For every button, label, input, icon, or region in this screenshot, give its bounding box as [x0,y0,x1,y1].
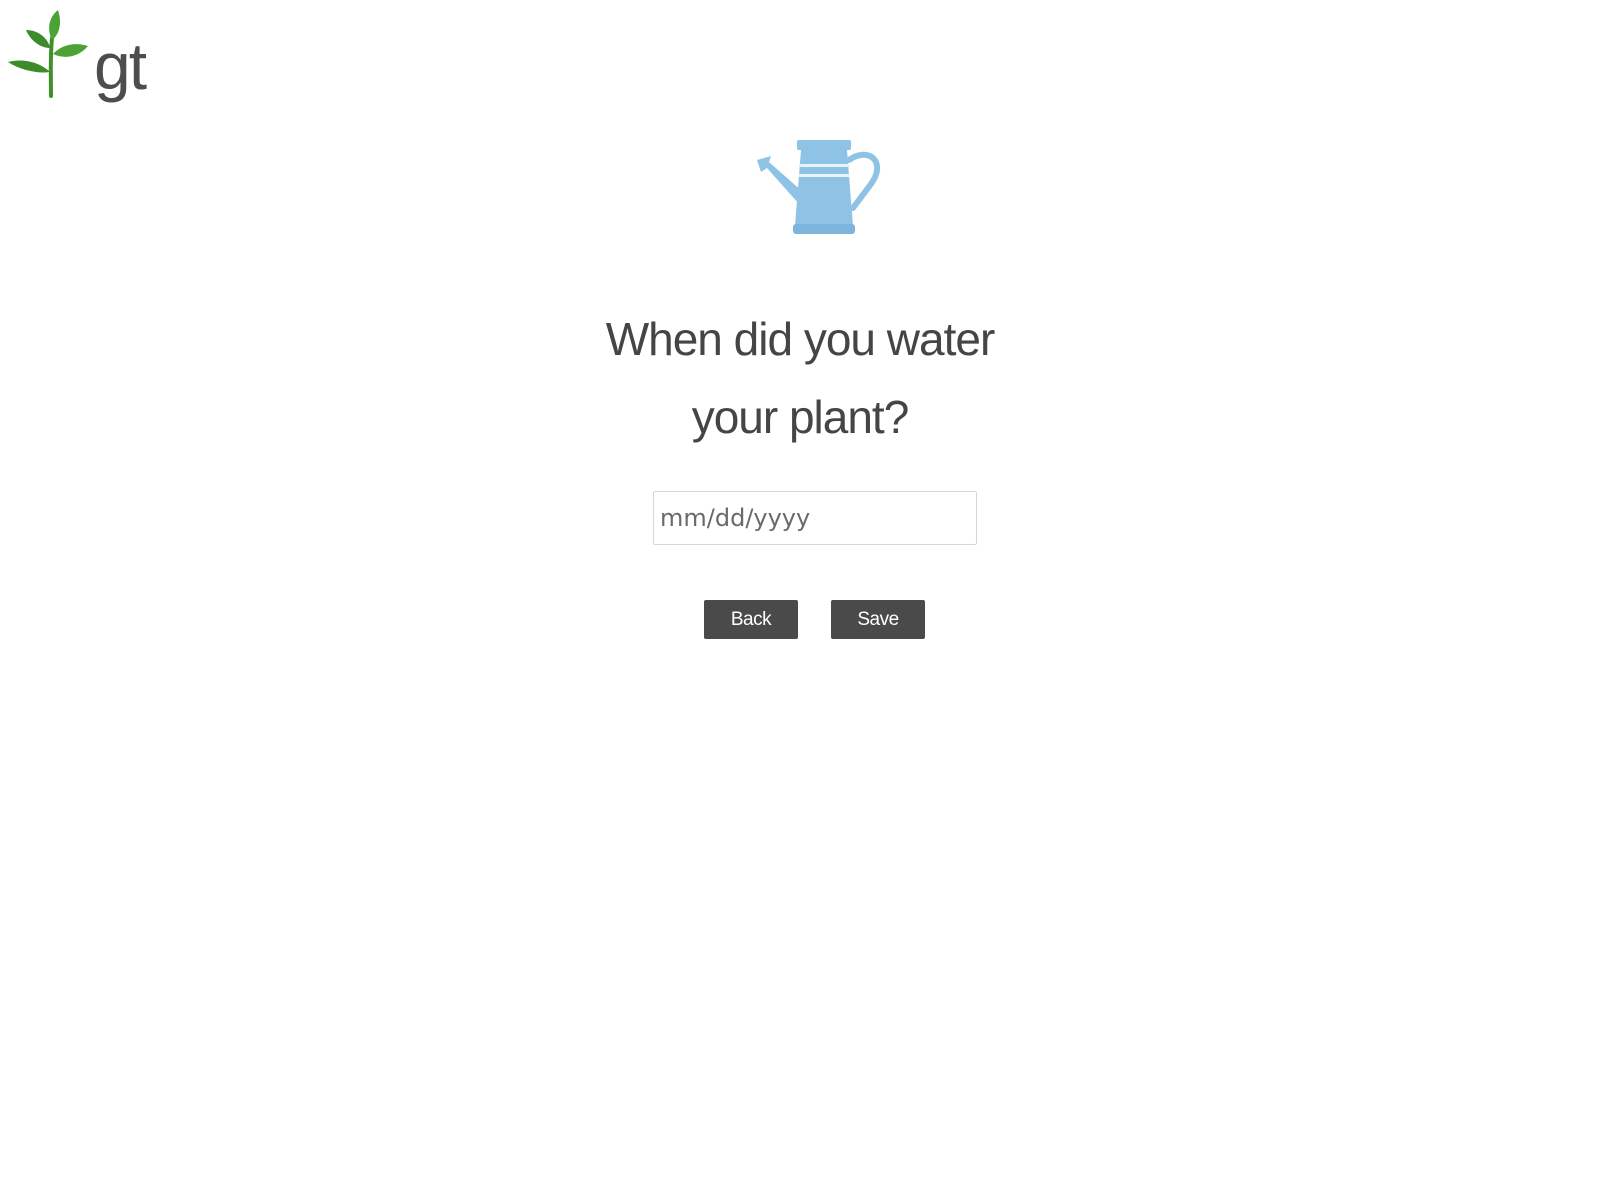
question-line-1: When did you water [605,313,996,365]
brand-logo[interactable]: gt [6,8,156,108]
brand-logo-text: gt [94,29,147,103]
leaf-sprout-icon [8,10,88,98]
save-button[interactable]: Save [831,600,925,639]
page-title: When did you water your plant? [0,300,1600,456]
watering-log-page: gt When did you water your plant? Back S… [0,0,1600,1200]
back-button[interactable]: Back [704,600,798,639]
watering-can-icon [757,140,880,234]
watering-date-input[interactable] [653,491,977,545]
question-line-2: your plant? [691,391,910,443]
